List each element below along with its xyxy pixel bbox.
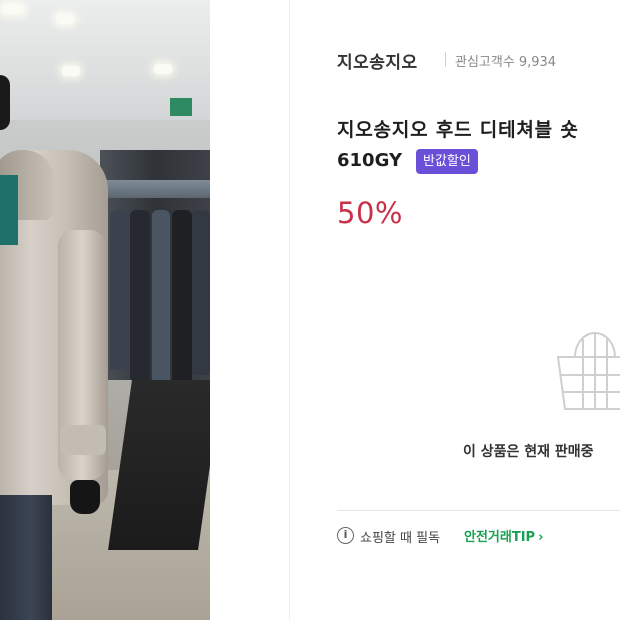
product-title: 지오송지오 후드 디테쳐블 숏 [337, 119, 579, 141]
photo-coat [110, 210, 128, 370]
photo-coat [152, 210, 170, 390]
photo-shelf [108, 380, 210, 550]
product-model-code: 610GY [337, 150, 402, 171]
photo-light [2, 4, 24, 14]
photo-inner-layer [0, 175, 18, 245]
photo-light [154, 64, 172, 74]
photo-pants [0, 495, 52, 620]
discount-rate: 50% [337, 196, 403, 230]
column-divider [289, 0, 290, 620]
watchers-count: 관심고객수 9,934 [455, 51, 556, 70]
half-price-badge: 반값할인 [416, 149, 478, 174]
photo-rack-top [102, 180, 210, 198]
photo-light [62, 66, 80, 76]
photo-cuff [60, 425, 106, 455]
photo-coat [172, 210, 192, 385]
safe-trade-tip-label: 안전거래TIP [464, 530, 536, 545]
brand-separator [445, 52, 446, 67]
photo-light [56, 14, 74, 24]
photo-coat [192, 210, 210, 375]
info-icon: i [337, 527, 354, 544]
shopping-basket-icon [556, 332, 620, 410]
photo-model-head [0, 75, 10, 130]
photo-coat [130, 210, 150, 380]
chevron-right-icon: › [538, 530, 544, 545]
photo-glove [70, 480, 100, 514]
watchers-number: 9,934 [518, 55, 557, 70]
product-image[interactable] [0, 0, 210, 620]
safe-trade-tip-link[interactable]: 안전거래TIP › [464, 526, 543, 545]
watchers-label: 관심고객수 [455, 55, 515, 70]
photo-exit-sign [170, 98, 192, 116]
shopping-tip-label: 쇼핑할 때 필독 [360, 531, 441, 546]
section-divider [337, 510, 620, 511]
brand-name[interactable]: 지오송지오 [337, 48, 418, 73]
soldout-message: 이 상품은 현재 판매중 [463, 444, 594, 460]
